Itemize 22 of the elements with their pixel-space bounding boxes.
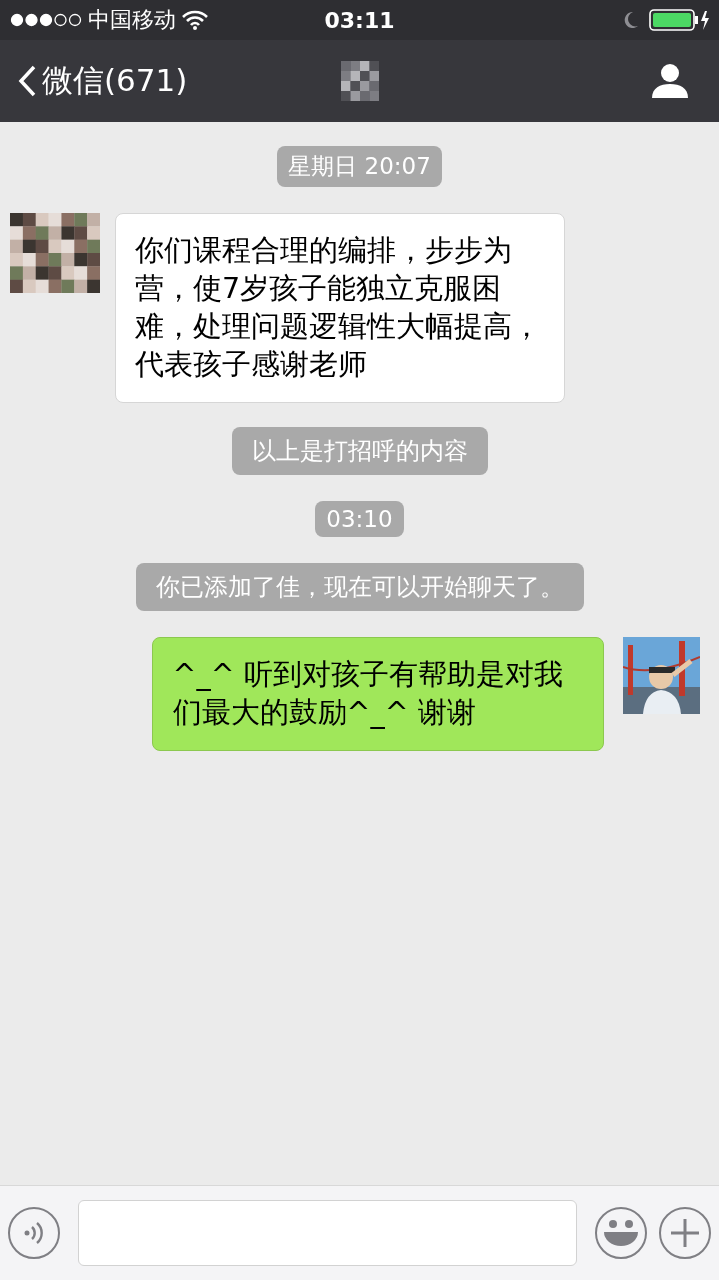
moon-icon: [623, 11, 639, 29]
profile-icon[interactable]: [651, 63, 689, 99]
signal-icon: [10, 13, 82, 27]
clock-time: 03:11: [324, 7, 395, 33]
voice-icon: [22, 1220, 46, 1246]
message-bubble: 你们课程合理的编排，步步为营，使7岁孩子能独立克服困难，处理问题逻辑性大幅提高，代表孩子感谢老师: [115, 213, 566, 403]
timestamp: 03:10: [315, 501, 404, 537]
message-bubble: ^_^ 听到对孩子有帮助是对我们最大的鼓励^_^ 谢谢: [151, 637, 604, 751]
plus-icon: [670, 1218, 700, 1248]
emoji-button[interactable]: [595, 1207, 647, 1259]
smiley-icon: [601, 1218, 641, 1248]
wifi-icon: [182, 10, 208, 30]
carrier-name: 中国移动: [88, 6, 176, 34]
battery-icon: [649, 9, 709, 31]
system-notice: 你已添加了佳，现在可以开始聊天了。: [135, 563, 584, 611]
timestamp: 星期日 20:07: [277, 146, 442, 187]
back-icon: [18, 65, 36, 97]
back-button[interactable]: 微信(671): [0, 51, 188, 111]
add-button[interactable]: [659, 1207, 711, 1259]
message-input[interactable]: [78, 1200, 577, 1266]
system-notice: 以上是打招呼的内容: [231, 427, 488, 475]
voice-button[interactable]: [8, 1207, 60, 1259]
